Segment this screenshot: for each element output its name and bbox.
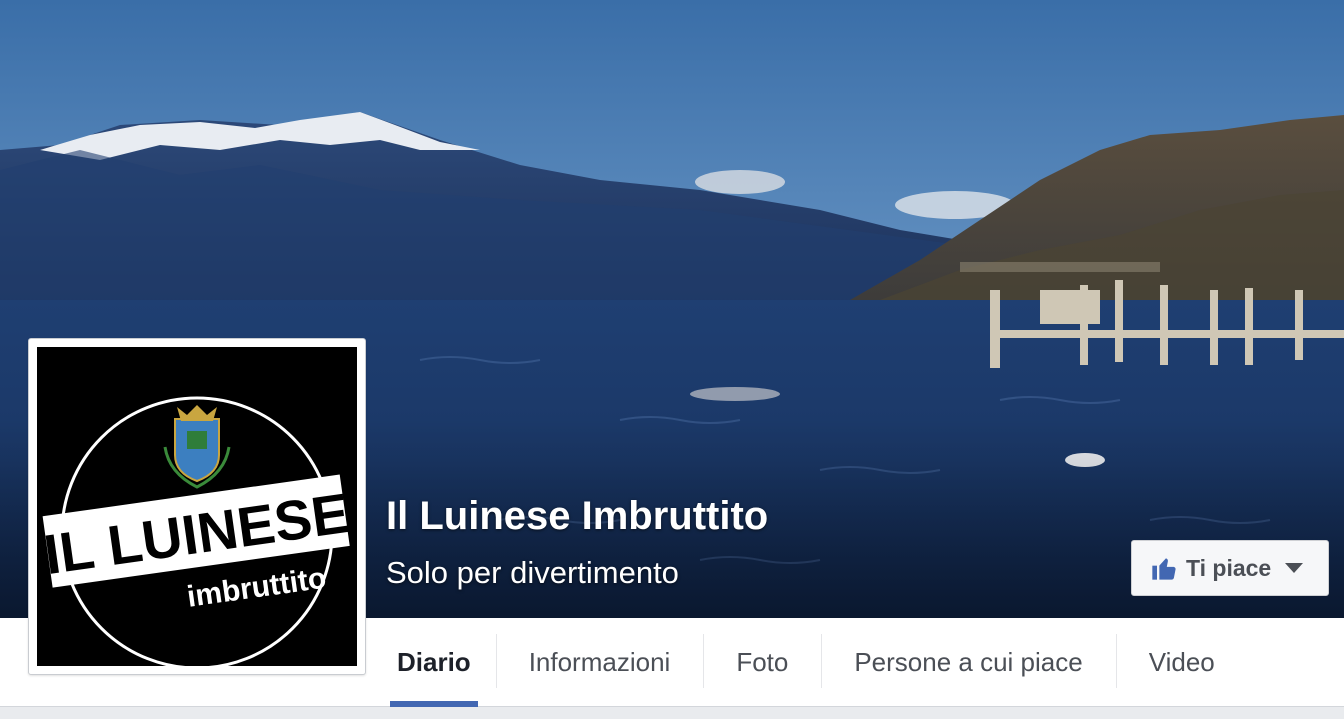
tab-label: Informazioni — [528, 647, 671, 677]
tab-video[interactable]: Video — [1115, 618, 1248, 707]
tab-diario[interactable]: Diario — [372, 618, 496, 707]
tab-informazioni[interactable]: Informazioni — [495, 618, 704, 707]
like-button[interactable]: Ti piace — [1131, 540, 1329, 596]
tab-label: Video — [1148, 647, 1215, 677]
tab-label: Foto — [736, 647, 789, 677]
page-category: Solo per divertimento — [386, 555, 679, 590]
like-button-label: Ti piace — [1186, 554, 1272, 581]
chevron-down-icon[interactable] — [1285, 563, 1304, 573]
page-background-strip — [0, 707, 1344, 719]
tab-foto[interactable]: Foto — [703, 618, 821, 707]
profile-picture[interactable]: IL LUINESE imbruttito — [28, 338, 366, 675]
tab-label: Diario — [397, 647, 471, 677]
thumbs-up-icon — [1152, 558, 1176, 580]
facebook-page: Il Luinese Imbruttito Solo per divertime… — [0, 0, 1344, 719]
page-tabs: Diario Informazioni Foto Persone a cui p… — [372, 618, 1248, 707]
page-title[interactable]: Il Luinese Imbruttito — [386, 494, 768, 539]
tab-persone-a-cui-piace[interactable]: Persone a cui piace — [821, 618, 1115, 707]
tab-label: Persone a cui piace — [854, 647, 1083, 677]
profile-logo: IL LUINESE imbruttito — [37, 347, 357, 666]
